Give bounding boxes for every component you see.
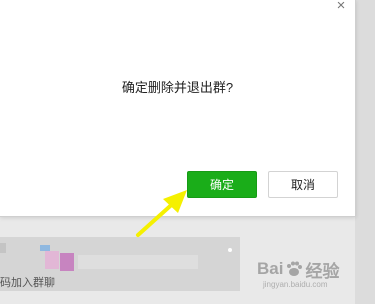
annotation-arrow [136, 190, 187, 237]
